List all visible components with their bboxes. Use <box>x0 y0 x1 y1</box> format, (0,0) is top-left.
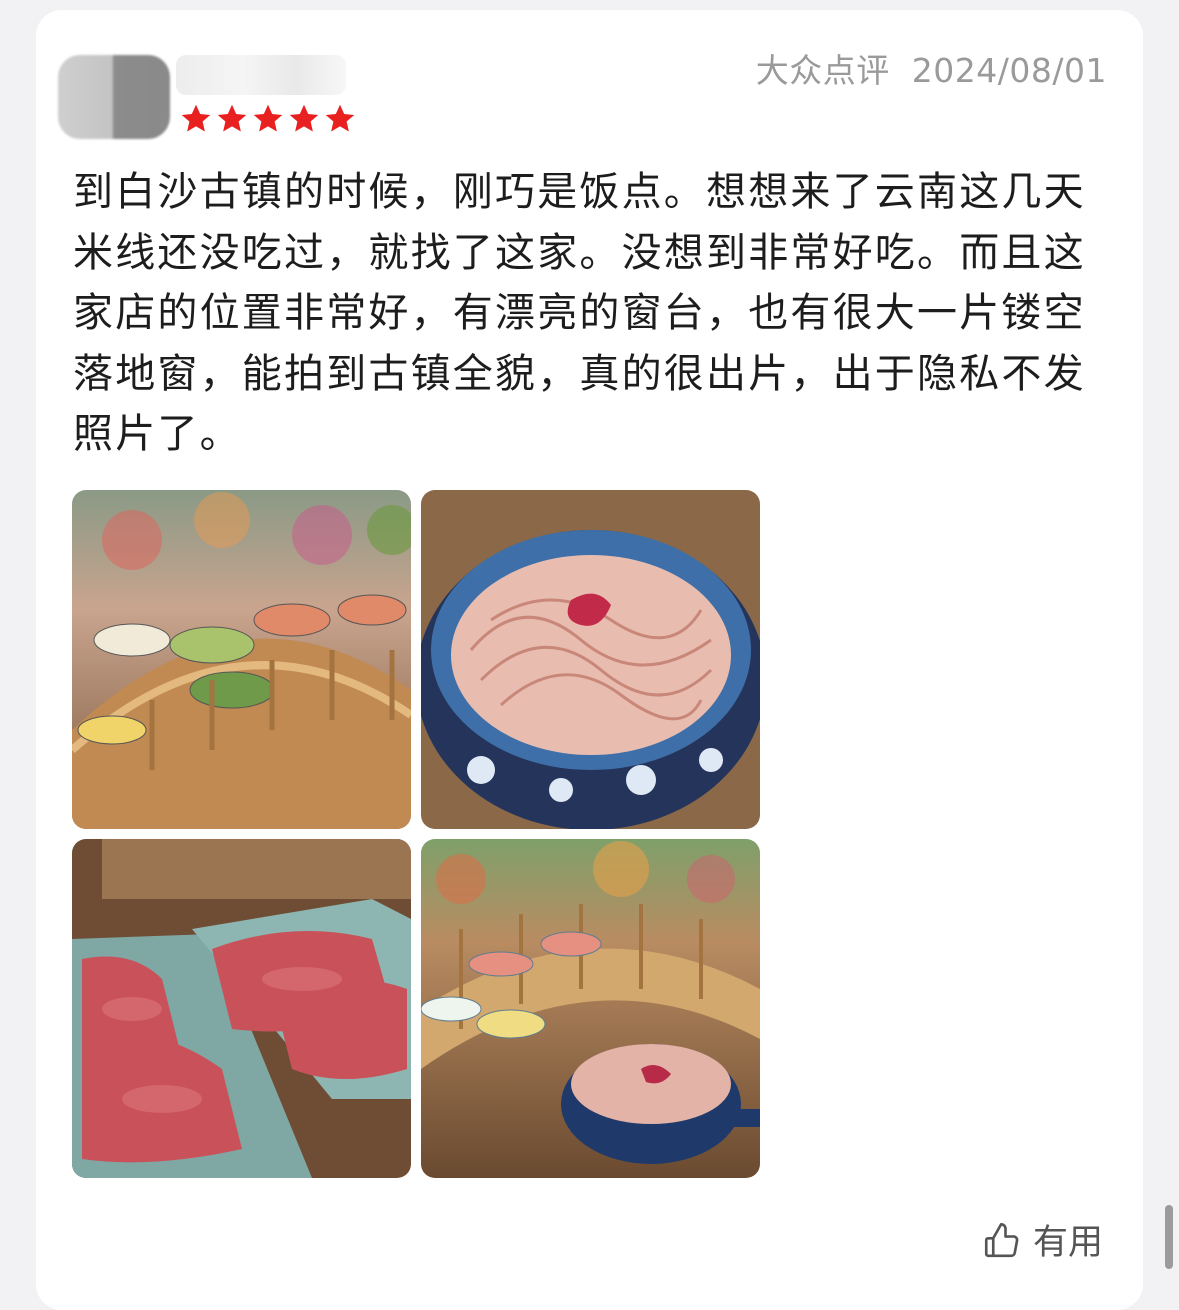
useful-button[interactable]: 有用 <box>981 1214 1103 1265</box>
photo-bridge-and-bowl[interactable] <box>421 839 760 1178</box>
photo-bridge-platter[interactable] <box>72 490 411 829</box>
scrollbar[interactable] <box>1165 1205 1173 1269</box>
review-text: 到白沙古镇的时候，刚巧是饭点。想想来了云南这几天米线还没吃过，就找了这家。没想到… <box>73 169 1086 457</box>
thumbs-up-icon <box>984 1222 1019 1257</box>
star-icon <box>253 104 283 132</box>
star-rating <box>178 101 358 137</box>
review-meta: 大众点评 2024/08/01 <box>756 44 1107 92</box>
user-avatar[interactable] <box>58 55 170 139</box>
username-redacted <box>176 55 346 95</box>
photo-grid <box>72 490 760 1178</box>
star-icon <box>289 104 319 132</box>
useful-label: 有用 <box>1032 1223 1103 1263</box>
star-icon <box>325 104 355 132</box>
review-source: 大众点评 <box>755 51 890 90</box>
star-icon <box>181 104 211 132</box>
review-date: 2024/08/01 <box>911 51 1107 90</box>
photo-noodle-bowl[interactable] <box>421 490 760 829</box>
star-icon <box>217 104 247 132</box>
photo-sliced-beef[interactable] <box>72 839 411 1178</box>
